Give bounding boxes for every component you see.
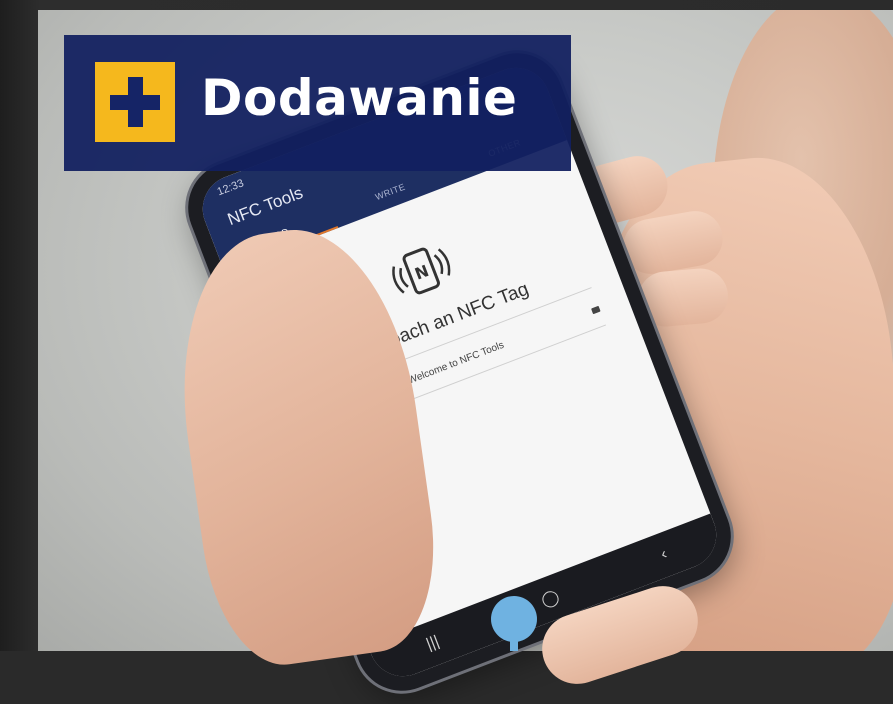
home-icon[interactable]: ◯ [538,586,562,611]
plus-icon [95,62,175,142]
banner-title: Dodawanie [201,69,518,127]
message-icon [590,305,601,314]
nfc-tag-icon: N [382,237,460,307]
map-pin-stem [510,636,518,651]
svg-text:N: N [412,261,431,284]
title-banner: Dodawanie [64,35,571,171]
back-icon[interactable]: ‹ [658,545,669,564]
